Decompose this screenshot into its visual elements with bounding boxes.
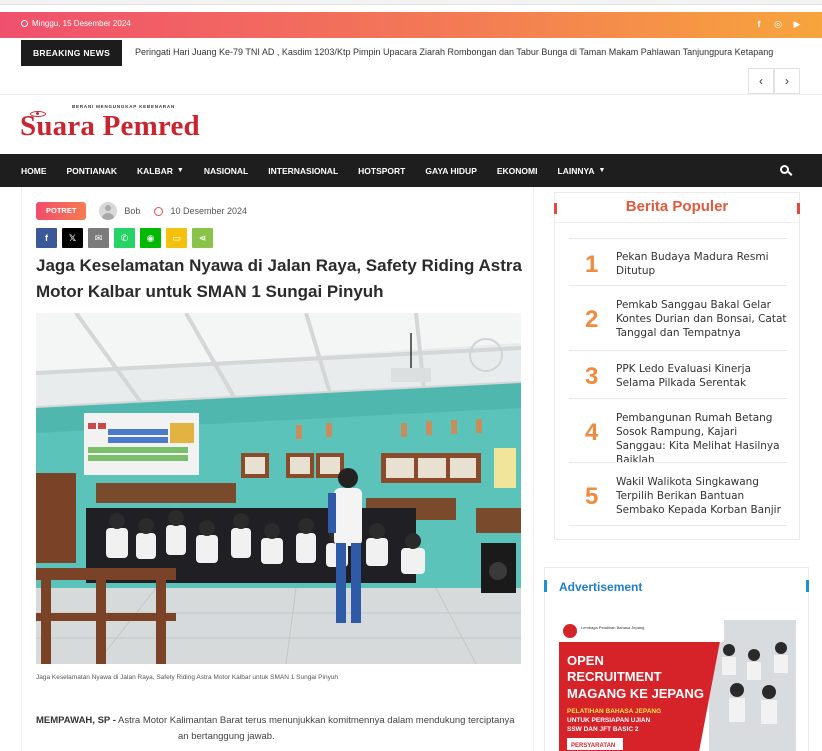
ad-line3: MAGANG KE JEPANG [567,686,704,701]
advertisement-banner[interactable]: Lembaga Pelatihan Bahasa Jepang OPEN REC… [559,620,796,751]
chevron-down-icon: ▼ [176,167,184,174]
nav-label: GAYA HIDUP [425,165,477,176]
youtube-icon[interactable]: ▶ [792,18,802,30]
photo-caption: Jaga Keselamatan Nyawa di Jalan Raya, Sa… [36,674,339,681]
nav-home[interactable]: HOME [21,166,47,176]
article-body-line1: Astra Motor Kalimantan Barat terus menun… [115,715,515,726]
classroom-photo [36,313,521,664]
page: Minggu, 15 Desember 2024 f ◎ ▶ BREAKING … [0,0,822,751]
facebook-share-button[interactable]: f [36,228,57,248]
ad-banner-graphic: Lembaga Pelatihan Bahasa Jepang OPEN REC… [559,620,796,751]
site-logo[interactable]: BERANI MENGUNGKAP KEBENARAN Suara Pemred [20,104,230,148]
nav-label: NASIONAL [203,165,249,176]
eye-icon [30,111,46,117]
ad-line7: PERSYARATAN [571,743,615,749]
nav-pontianak[interactable]: PONTIANAK [67,166,118,176]
search-icon[interactable] [780,165,789,174]
popular-item-4[interactable]: 4 Pembangunan Rumah Betang Sosok Rampung… [569,398,787,466]
author-avatar [99,202,118,220]
whatsapp-share-button[interactable]: ✆ [114,228,135,248]
line-share-button[interactable]: ◉ [140,228,161,248]
facebook-icon[interactable]: f [754,18,764,30]
main-nav: HOME PONTIANAK KALBAR ▼ NASIONAL INTERNAS… [0,154,822,187]
article-meta: POTRET Bob 10 Desember 2024 [36,201,247,221]
ticker-next-button[interactable]: › [774,68,800,94]
ad-line6: SSW DAN JFT BASIC 2 [567,726,639,733]
logo-name: Suara Pemred [20,110,200,142]
breaking-news-headline[interactable]: Peringati Hari Juang Ke-79 TNI AD , Kasd… [135,47,803,57]
header-divider [0,94,822,95]
accent-bar [806,580,809,592]
popular-rank: 5 [585,483,599,510]
nav-hotsport[interactable]: HOTSPORT [358,166,405,176]
popular-rank: 2 [585,306,599,333]
nav-label: LAINNYA [557,165,595,176]
nav-label: KALBAR [137,165,173,176]
nav-kalbar[interactable]: KALBAR ▼ [137,166,184,176]
chevron-down-icon: ▼ [598,167,606,174]
clock-icon [21,20,28,27]
popular-title[interactable]: Pemkab Sanggau Bakal Gelar Kontes Durian… [616,298,788,340]
nav-label: HOTSPORT [358,165,406,176]
logo-tagline: BERANI MENGUNGKAP KEBENARAN [72,104,176,109]
ad-line4: PELATIHAN BAHASA JEPANG [567,708,661,715]
nav-label: EKONOMI [496,165,538,176]
ad-line5: UNTUK PERSIAPAN UJIAN [567,717,651,724]
advertisement-widget: Advertisement Lembaga Pelatihan Bahasa J… [544,567,809,751]
popular-rank: 3 [585,363,599,390]
top-line [0,0,822,5]
popular-title[interactable]: Wakil Walikota Singkawang Terpilih Berik… [616,475,788,517]
popular-header: Berita Populer [554,193,800,223]
popular-news-widget: Berita Populer 1 Pekan Budaya Madura Res… [554,192,800,540]
ad-org: Lembaga Pelatihan Bahasa Jepang [581,625,644,630]
nav-label: INTERNASIONAL [268,165,339,176]
category-badge[interactable]: POTRET [36,202,87,220]
ticker-arrows: ‹ › [748,68,800,94]
more-share-button[interactable]: ⋖ [192,228,213,248]
clock-icon [154,206,164,216]
popular-item-3[interactable]: 3 PPK Ledo Evaluasi Kinerja Selama Pilka… [569,350,787,398]
nav-internasional[interactable]: INTERNASIONAL [268,166,338,176]
ticker-prev-button[interactable]: ‹ [748,68,774,94]
nav-label: HOME [21,165,47,176]
advertisement-heading: Advertisement [559,580,643,594]
top-bar: Minggu, 15 Desember 2024 f ◎ ▶ [0,12,822,38]
article-body: MEMPAWAH, SP - Astra Motor Kalimantan Ba… [36,713,524,745]
accent-bar [797,203,800,214]
popular-title[interactable]: Pembangunan Rumah Betang Sosok Rampung, … [616,411,788,467]
popular-rank: 4 [585,419,599,446]
article-body-line2: an bertanggung jawab. [178,731,275,742]
social-links: f ◎ ▶ [754,18,802,30]
email-share-button[interactable]: ✉ [88,228,109,248]
ad-line1: OPEN [567,653,604,668]
popular-title[interactable]: Pekan Budaya Madura Resmi Ditutup [616,250,788,278]
top-date-text: Minggu, 15 Desember 2024 [32,19,131,28]
article-photo [36,313,521,664]
nav-lainnya[interactable]: LAINNYA ▼ [558,166,606,176]
popular-item-1[interactable]: 1 Pekan Budaya Madura Resmi Ditutup [569,238,787,285]
publish-date: 10 Desember 2024 [170,206,247,216]
popular-item-2[interactable]: 2 Pemkab Sanggau Bakal Gelar Kontes Duri… [569,285,787,350]
popular-heading: Berita Populer [625,198,729,215]
x-share-button[interactable]: 𝕏 [62,228,83,248]
article-lead: MEMPAWAH, SP - [36,715,116,726]
top-date: Minggu, 15 Desember 2024 [21,19,131,28]
popular-rank: 1 [585,251,599,278]
article-title: Jaga Keselamatan Nyawa di Jalan Raya, Sa… [36,256,522,301]
breaking-news-bar: BREAKING NEWS Peringati Hari Juang Ke-79… [21,40,822,66]
share-buttons: f 𝕏 ✉ ✆ ◉ ▭ ⋖ [36,228,213,248]
nav-nasional[interactable]: NASIONAL [204,166,248,176]
popular-title[interactable]: PPK Ledo Evaluasi Kinerja Selama Pilkada… [616,362,788,390]
nav-label: PONTIANAK [66,165,118,176]
popular-item-5[interactable]: 5 Wakil Walikota Singkawang Terpilih Ber… [569,462,787,526]
breaking-news-label: BREAKING NEWS [21,40,122,66]
author-name[interactable]: Bob [124,206,140,216]
article: POTRET Bob 10 Desember 2024 f 𝕏 ✉ ✆ ◉ ▭ … [21,187,534,751]
instagram-icon[interactable]: ◎ [773,18,783,30]
ad-line2: RECRUITMENT [567,669,662,684]
accent-bar [544,580,547,592]
nav-gaya-hidup[interactable]: GAYA HIDUP [425,166,477,176]
nav-ekonomi[interactable]: EKONOMI [497,166,538,176]
sms-share-button[interactable]: ▭ [166,228,187,248]
